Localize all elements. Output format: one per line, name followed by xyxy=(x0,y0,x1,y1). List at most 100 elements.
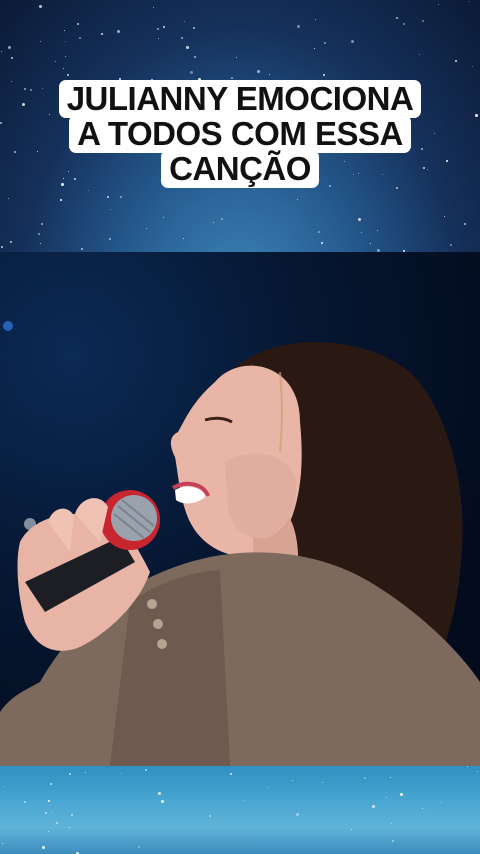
star xyxy=(184,21,185,22)
star xyxy=(10,241,12,243)
performance-video[interactable] xyxy=(0,252,480,766)
star xyxy=(69,773,71,775)
star xyxy=(158,792,161,795)
star xyxy=(297,199,298,200)
star xyxy=(50,783,52,785)
caption-line-2: A TODOS COM ESSA xyxy=(69,115,411,153)
star xyxy=(426,813,427,814)
star xyxy=(79,37,81,39)
star xyxy=(392,840,394,842)
star xyxy=(372,805,375,808)
star xyxy=(422,20,424,22)
star xyxy=(455,60,457,62)
star xyxy=(209,815,211,817)
caption-line-3: CANÇÃO xyxy=(161,150,319,188)
star xyxy=(193,27,195,29)
star xyxy=(60,199,62,201)
star xyxy=(64,30,65,31)
star xyxy=(88,190,89,191)
star xyxy=(370,243,371,244)
star xyxy=(314,48,315,49)
star xyxy=(351,829,352,830)
star xyxy=(63,68,64,69)
video-frame[interactable]: JULIANNY EMOCIONA A TODOS COM ESSA CANÇÃ… xyxy=(0,0,480,854)
star xyxy=(40,243,41,244)
star xyxy=(221,218,223,220)
star xyxy=(8,46,11,49)
star xyxy=(186,46,189,49)
star xyxy=(146,228,147,229)
star xyxy=(71,814,73,816)
star xyxy=(257,70,260,73)
star xyxy=(40,41,41,42)
star xyxy=(441,802,442,803)
star xyxy=(321,242,323,244)
star xyxy=(444,216,445,217)
star xyxy=(477,771,478,772)
star xyxy=(230,773,232,775)
star xyxy=(120,773,121,774)
star xyxy=(39,5,42,8)
star xyxy=(101,33,103,35)
star xyxy=(244,800,245,801)
star xyxy=(467,766,468,767)
star xyxy=(386,797,387,798)
star xyxy=(377,230,378,231)
star xyxy=(190,71,193,74)
star xyxy=(120,196,122,198)
star xyxy=(85,772,86,773)
star xyxy=(181,37,183,39)
starry-sky-background-bottom xyxy=(0,766,480,854)
star xyxy=(41,223,43,225)
star xyxy=(183,238,184,239)
star xyxy=(45,812,47,814)
star xyxy=(269,74,270,75)
star xyxy=(422,808,423,809)
star xyxy=(145,769,147,771)
star xyxy=(48,831,49,832)
star xyxy=(297,25,300,28)
star xyxy=(351,40,354,43)
star xyxy=(161,800,164,803)
star xyxy=(138,846,140,848)
star xyxy=(38,233,40,235)
star xyxy=(403,23,405,25)
star xyxy=(231,77,233,79)
star xyxy=(8,198,9,199)
star xyxy=(77,23,79,25)
video-caption: JULIANNY EMOCIONA A TODOS COM ESSA CANÇÃ… xyxy=(0,80,480,188)
star xyxy=(107,196,109,198)
star xyxy=(364,777,366,779)
star xyxy=(396,17,398,19)
singer-illustration xyxy=(0,321,480,766)
star xyxy=(464,223,466,225)
star xyxy=(110,209,111,210)
star xyxy=(56,822,58,824)
star xyxy=(153,7,154,8)
star xyxy=(2,843,3,844)
star xyxy=(42,846,45,849)
caption-line-1: JULIANNY EMOCIONA xyxy=(58,80,422,118)
star xyxy=(24,801,26,803)
star xyxy=(400,793,403,796)
star xyxy=(67,74,69,76)
star xyxy=(322,782,323,783)
star xyxy=(267,787,268,788)
star xyxy=(163,26,165,28)
star xyxy=(157,28,159,30)
star xyxy=(315,19,316,20)
star xyxy=(472,66,473,67)
star xyxy=(390,777,391,778)
star xyxy=(158,38,159,39)
star xyxy=(48,800,50,802)
star xyxy=(361,232,362,233)
star xyxy=(318,231,320,233)
star xyxy=(296,813,299,816)
star xyxy=(65,56,66,57)
star xyxy=(1,246,3,248)
star xyxy=(324,42,326,44)
star xyxy=(4,786,5,787)
star xyxy=(450,244,452,246)
star xyxy=(51,811,52,812)
star xyxy=(213,222,214,223)
